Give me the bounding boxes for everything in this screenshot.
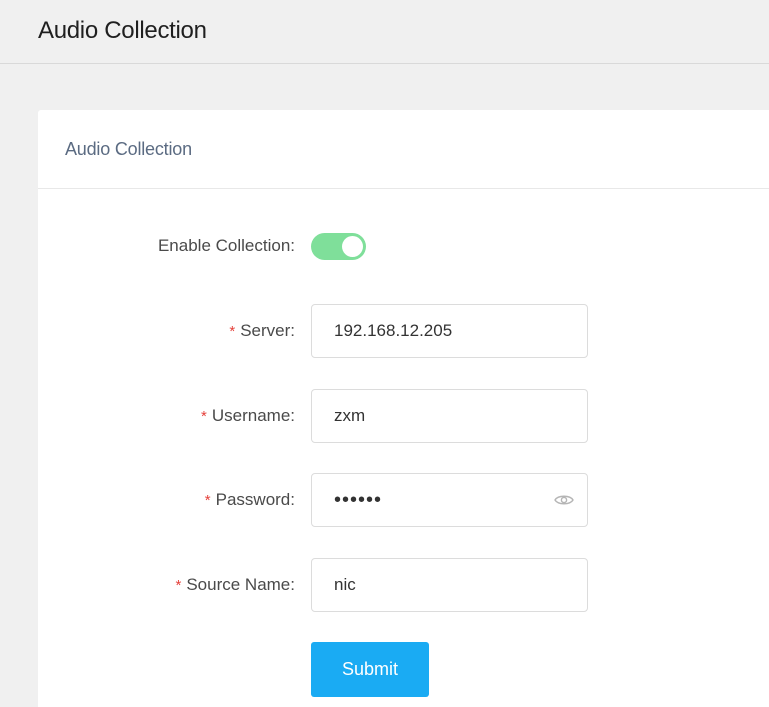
source-name-label-text: Source Name:: [186, 575, 295, 594]
password-label-text: Password:: [215, 490, 295, 509]
required-mark: *: [229, 323, 236, 340]
enable-collection-toggle[interactable]: [311, 233, 366, 260]
audio-collection-card: Audio Collection Enable Collection: * Ser…: [38, 110, 769, 707]
server-row: * Server:: [38, 304, 769, 358]
source-name-field-wrapper: [311, 558, 588, 612]
toggle-knob: [342, 236, 363, 257]
source-name-row: * Source Name:: [38, 558, 769, 612]
card-header: Audio Collection: [38, 110, 769, 189]
card-title: Audio Collection: [65, 139, 192, 159]
username-field-wrapper: [311, 389, 588, 443]
username-label: * Username:: [201, 389, 295, 443]
page-header: Audio Collection: [0, 0, 769, 64]
page-title: Audio Collection: [38, 17, 207, 44]
required-mark: *: [175, 577, 182, 594]
source-name-input[interactable]: [312, 559, 587, 611]
password-row: * Password:: [38, 473, 769, 527]
enable-collection-label: Enable Collection:: [158, 219, 295, 273]
enable-collection-row: Enable Collection:: [38, 219, 769, 273]
required-mark: *: [204, 492, 211, 509]
submit-button[interactable]: Submit: [311, 642, 429, 697]
server-label: * Server:: [229, 304, 295, 358]
password-input[interactable]: [312, 474, 587, 526]
password-field-wrapper: [311, 473, 588, 527]
enable-collection-label-text: Enable Collection:: [157, 236, 295, 255]
server-label-text: Server:: [240, 321, 295, 340]
required-mark: *: [201, 408, 207, 425]
eye-icon[interactable]: [554, 492, 574, 508]
password-label: * Password:: [205, 473, 295, 527]
username-row: * Username:: [38, 389, 769, 443]
username-label-text: Username:: [211, 406, 295, 425]
source-name-label: * Source Name:: [175, 558, 295, 612]
username-input[interactable]: [312, 390, 587, 442]
server-input[interactable]: [312, 305, 587, 357]
server-field-wrapper: [311, 304, 588, 358]
